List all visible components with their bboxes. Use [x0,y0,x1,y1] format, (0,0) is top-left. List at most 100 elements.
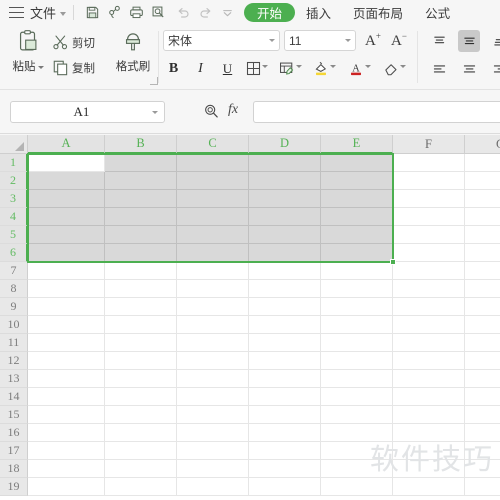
hamburger-icon[interactable] [9,7,24,18]
cell-f8[interactable] [393,280,465,298]
column-header-c[interactable]: C [177,135,249,154]
cell-style-dropdown-icon[interactable] [296,65,302,68]
cell-e2[interactable] [321,172,393,190]
cell-e14[interactable] [321,388,393,406]
cell-c16[interactable] [177,424,249,442]
cell-g13[interactable] [465,370,500,388]
cell-f3[interactable] [393,190,465,208]
cell-f9[interactable] [393,298,465,316]
cell-f5[interactable] [393,226,465,244]
row-header-4[interactable]: 4 [0,208,28,226]
cell-c3[interactable] [177,190,249,208]
fx-icon[interactable]: fx [228,102,238,118]
row-header-3[interactable]: 3 [0,190,28,208]
share-icon[interactable] [103,2,125,24]
align-middle-button[interactable] [458,30,480,52]
cell-f16[interactable] [393,424,465,442]
cell-d19[interactable] [249,478,321,496]
cell-d6[interactable] [249,244,321,262]
row-header-7[interactable]: 7 [0,262,28,280]
borders-icon[interactable] [243,58,264,79]
magnifier-icon[interactable] [203,103,220,125]
row-header-17[interactable]: 17 [0,442,28,460]
cell-e6[interactable] [321,244,393,262]
cell-a2[interactable] [28,172,105,190]
cell-d10[interactable] [249,316,321,334]
cell-c13[interactable] [177,370,249,388]
row-header-8[interactable]: 8 [0,280,28,298]
file-menu-button[interactable]: 文件 [30,3,67,22]
cell-b8[interactable] [105,280,177,298]
cell-a18[interactable] [28,460,105,478]
bold-button[interactable]: B [163,58,184,79]
align-top-button[interactable] [428,30,450,52]
save-icon[interactable] [81,2,103,24]
cell-d8[interactable] [249,280,321,298]
cell-e4[interactable] [321,208,393,226]
cell-g6[interactable] [465,244,500,262]
cell-b19[interactable] [105,478,177,496]
cell-d13[interactable] [249,370,321,388]
chevron-down-icon[interactable] [152,110,158,114]
align-left-button[interactable] [428,58,450,80]
cell-g4[interactable] [465,208,500,226]
clipboard-dialog-launcher[interactable] [150,77,158,85]
cell-g2[interactable] [465,172,500,190]
formula-input[interactable] [253,101,500,123]
cell-a9[interactable] [28,298,105,316]
cell-f13[interactable] [393,370,465,388]
cell-f10[interactable] [393,316,465,334]
cell-f6[interactable] [393,244,465,262]
row-header-15[interactable]: 15 [0,406,28,424]
tab-insert[interactable]: 插入 [295,3,342,22]
cell-c10[interactable] [177,316,249,334]
fill-handle[interactable] [390,259,396,265]
cell-a4[interactable] [28,208,105,226]
cell-a19[interactable] [28,478,105,496]
fill-color-icon[interactable] [310,58,331,79]
cell-f12[interactable] [393,352,465,370]
font-family-select[interactable]: 宋体 [163,30,280,51]
name-box[interactable]: A1 [10,101,165,123]
italic-button[interactable]: I [190,58,211,79]
cell-f1[interactable] [393,154,465,172]
cell-d2[interactable] [249,172,321,190]
cell-a13[interactable] [28,370,105,388]
cell-b4[interactable] [105,208,177,226]
tab-start[interactable]: 开始 [244,3,296,22]
row-header-14[interactable]: 14 [0,388,28,406]
cell-style-icon[interactable] [276,58,297,79]
print-icon[interactable] [125,2,147,24]
cell-e7[interactable] [321,262,393,280]
cell-c19[interactable] [177,478,249,496]
cell-a1[interactable] [28,154,105,172]
align-center-button[interactable] [458,58,480,80]
cell-g3[interactable] [465,190,500,208]
cell-f2[interactable] [393,172,465,190]
cell-a10[interactable] [28,316,105,334]
cell-g16[interactable] [465,424,500,442]
cell-e15[interactable] [321,406,393,424]
row-header-18[interactable]: 18 [0,460,28,478]
cell-g1[interactable] [465,154,500,172]
copy-button[interactable]: 复制 [52,59,95,76]
cell-a8[interactable] [28,280,105,298]
cell-d11[interactable] [249,334,321,352]
cell-a3[interactable] [28,190,105,208]
row-header-6[interactable]: 6 [0,244,28,262]
cell-a12[interactable] [28,352,105,370]
cell-d7[interactable] [249,262,321,280]
cell-e10[interactable] [321,316,393,334]
clear-format-icon[interactable] [380,58,401,79]
font-size-select[interactable]: 11 [284,30,356,51]
paste-button[interactable]: 粘贴 [8,29,48,84]
borders-dropdown-icon[interactable] [262,65,268,68]
cell-f17[interactable] [393,442,465,460]
cell-e8[interactable] [321,280,393,298]
cell-b9[interactable] [105,298,177,316]
cell-d15[interactable] [249,406,321,424]
cell-c1[interactable] [177,154,249,172]
cell-g5[interactable] [465,226,500,244]
cell-b1[interactable] [105,154,177,172]
cell-b3[interactable] [105,190,177,208]
